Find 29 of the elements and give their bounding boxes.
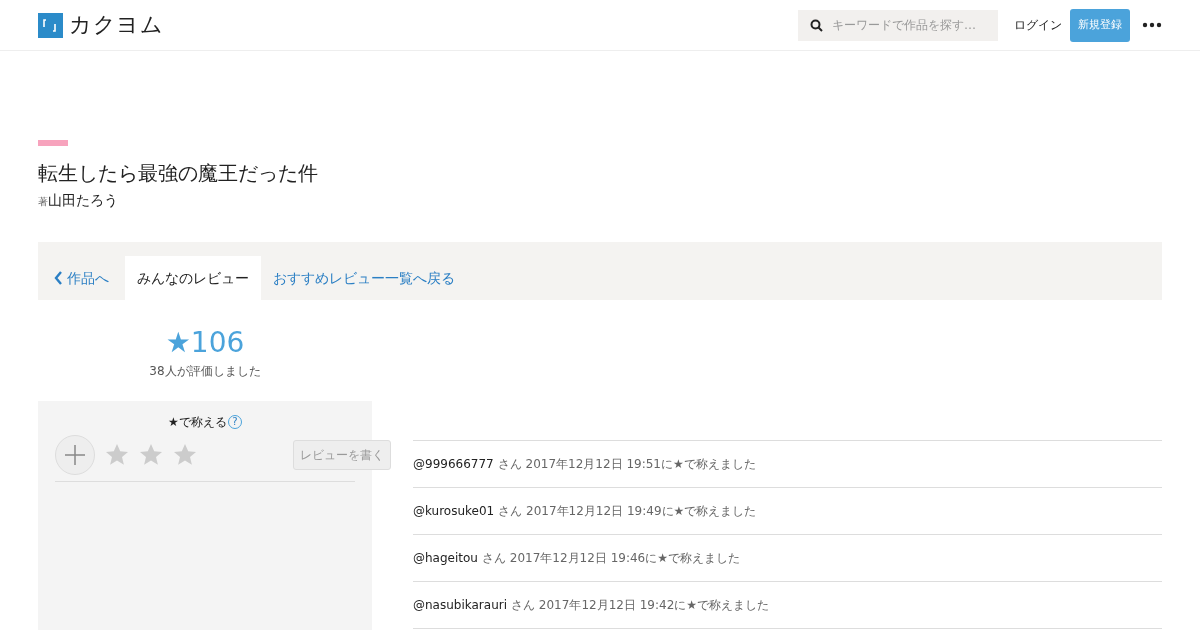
- back-link[interactable]: 作品へ: [54, 256, 109, 300]
- user-link[interactable]: @hageitou: [413, 549, 478, 567]
- user-link[interactable]: @999666777: [413, 455, 494, 473]
- star-icon[interactable]: [105, 442, 129, 467]
- rating-detail: さん 2017年12月12日 19:46に★で称えました: [481, 550, 740, 567]
- work-title: 転生したら最強の魔王だった件: [38, 160, 319, 186]
- login-link[interactable]: ログイン: [1014, 16, 1062, 34]
- rater-count: 38人が評価しました: [149, 363, 261, 380]
- star-count: ★106: [165, 326, 245, 360]
- star-icon[interactable]: [173, 442, 197, 467]
- search-field[interactable]: キーワードで作品を探す…: [798, 9, 998, 41]
- breadcrumb-tab[interactable]: おすすめレビュー一覧へ戻る: [261, 256, 467, 300]
- add-button[interactable]: [55, 434, 95, 475]
- star-icon[interactable]: [139, 442, 163, 467]
- author-prefix: 著: [38, 196, 48, 209]
- rating-detail: さん 2017年12月12日 19:51に★で称えました: [497, 456, 756, 473]
- logo-icon: [38, 12, 63, 38]
- rating-detail: さん 2017年12月12日 19:49に★で称えました: [498, 503, 757, 520]
- panel-heading: ★で称える: [168, 414, 227, 431]
- breadcrumb-tab[interactable]: みんなのレビュー: [125, 256, 261, 300]
- accent-bar: [38, 140, 68, 146]
- more-icon[interactable]: [1142, 22, 1162, 28]
- plus-icon: [65, 444, 85, 465]
- user-link[interactable]: @nasubikarauri: [413, 596, 508, 614]
- rating-detail: さん 2017年12月12日 19:42に★で称えました: [511, 597, 770, 614]
- user-link[interactable]: @kurosuke01: [413, 502, 495, 520]
- chevron-left-icon: [54, 271, 63, 285]
- author-link[interactable]: 山田たろう: [48, 190, 118, 211]
- site-logo[interactable]: カクヨム: [69, 14, 164, 36]
